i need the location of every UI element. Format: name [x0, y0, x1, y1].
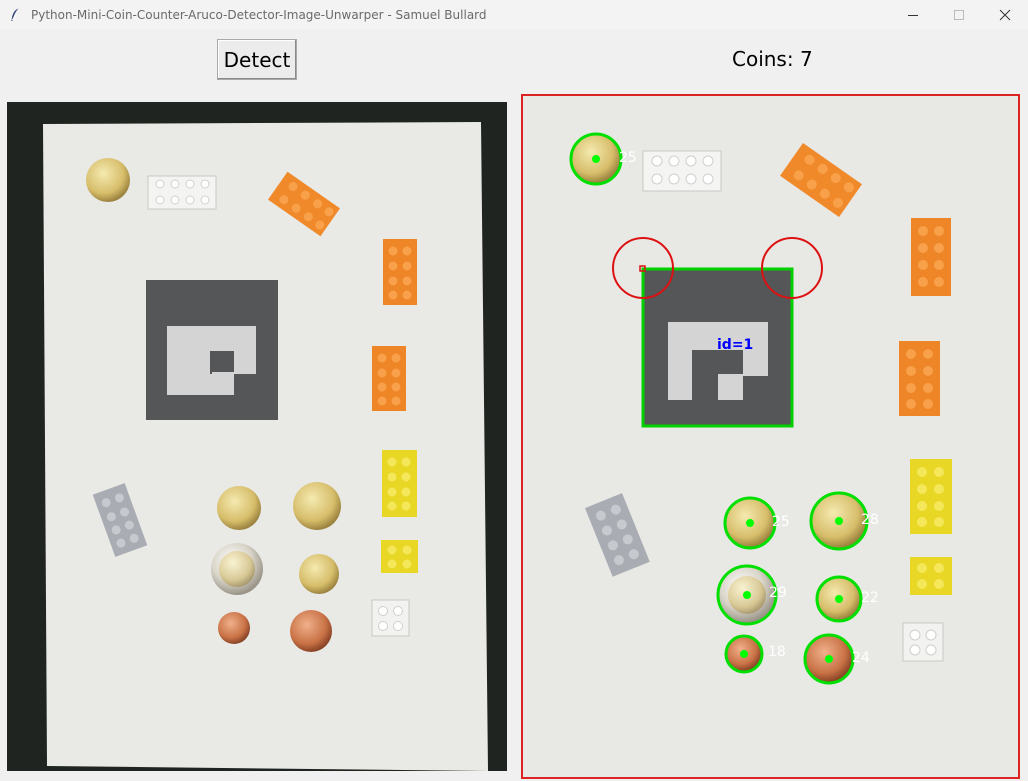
orange-brick — [911, 218, 951, 296]
coin — [299, 554, 339, 594]
coin-center-dot — [740, 650, 748, 658]
title-bar: Python-Mini-Coin-Counter-Aruco-Detector-… — [0, 0, 1028, 29]
coin-center-dot — [825, 655, 833, 663]
minimize-icon — [908, 14, 918, 16]
maximize-button[interactable] — [936, 0, 982, 29]
feather-icon — [10, 8, 22, 22]
orange-brick — [372, 346, 406, 411]
minimize-button[interactable] — [890, 0, 936, 29]
coin — [217, 486, 261, 530]
coin-center-dot — [746, 519, 754, 527]
unwarped-photo: id=1 25 25 28 29 22 18 24 — [523, 96, 1018, 777]
close-button[interactable] — [982, 0, 1028, 29]
white-brick — [371, 599, 410, 637]
coin-radius-label: 25 — [772, 514, 790, 530]
window-title: Python-Mini-Coin-Counter-Aruco-Detector-… — [31, 7, 487, 22]
yellow-brick — [382, 450, 417, 517]
close-icon — [999, 9, 1011, 20]
original-image-panel — [7, 102, 507, 771]
coin-radius-label: 25 — [619, 150, 637, 166]
yellow-brick — [910, 557, 952, 595]
coin-center-dot — [592, 155, 600, 163]
maximize-icon — [954, 9, 964, 20]
coin-radius-label: 22 — [861, 590, 879, 606]
coin — [219, 551, 255, 587]
coin-center-dot — [835, 517, 843, 525]
yellow-brick — [381, 540, 418, 573]
coin-radius-label: 28 — [861, 512, 879, 528]
paper-sheet — [43, 122, 488, 771]
coin-radius-label: 24 — [852, 650, 870, 666]
white-brick — [642, 150, 722, 192]
original-photo — [43, 122, 488, 771]
coin — [86, 158, 130, 202]
marker-id-label: id=1 — [717, 337, 753, 353]
aruco-marker — [146, 280, 278, 420]
coin-center-dot — [835, 595, 843, 603]
coin-radius-label: 29 — [769, 585, 787, 601]
coin — [293, 482, 341, 530]
coin-count-label: Coins: 7 — [732, 47, 813, 71]
coin — [218, 612, 250, 644]
yellow-brick — [910, 459, 952, 534]
orange-brick — [383, 239, 417, 305]
paper-sheet — [523, 96, 1018, 777]
coin-radius-label: 18 — [768, 644, 786, 660]
detect-button[interactable]: Detect — [217, 39, 297, 80]
coin-center-dot — [743, 591, 751, 599]
detection-image-panel: id=1 25 25 28 29 22 18 24 — [521, 94, 1020, 779]
white-brick — [902, 622, 944, 662]
coin — [290, 610, 332, 652]
white-brick — [147, 175, 217, 210]
orange-brick — [899, 341, 940, 416]
